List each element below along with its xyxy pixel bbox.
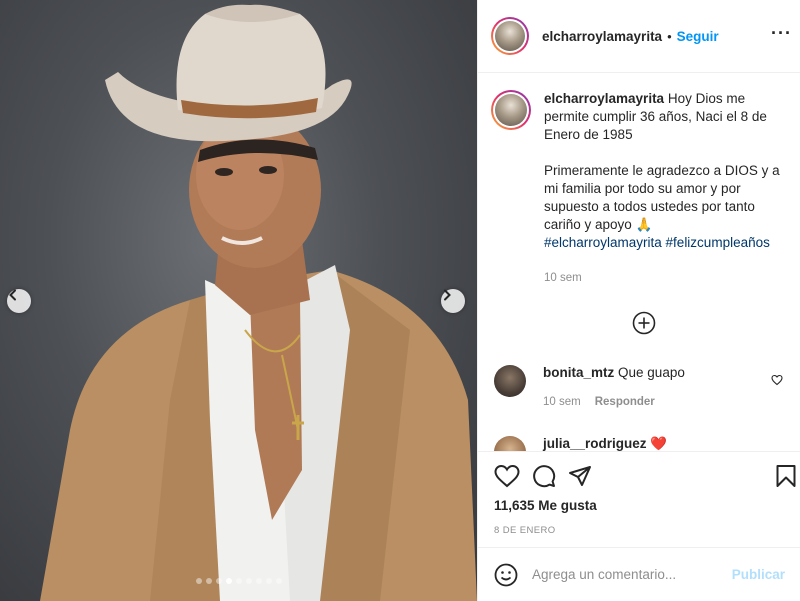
author-username[interactable]: elcharroylamayrita xyxy=(542,29,662,44)
post-photo xyxy=(40,4,477,601)
load-more-comments-button[interactable] xyxy=(632,311,656,335)
publish-button[interactable]: Publicar xyxy=(732,567,785,582)
comment-time[interactable]: 10 sem xyxy=(543,396,581,408)
carousel-next-button[interactable] xyxy=(441,289,465,313)
carousel-prev-button[interactable] xyxy=(7,289,31,313)
likes-count[interactable]: 11,635 Me gusta xyxy=(494,498,597,513)
paper-plane-icon[interactable] xyxy=(568,464,592,488)
caption-time[interactable]: 10 sem xyxy=(544,269,784,287)
comment-username[interactable]: bonita_mtz xyxy=(543,365,614,380)
carousel-dot xyxy=(195,578,202,584)
caption-avatar[interactable] xyxy=(491,90,531,130)
comment-like-icon[interactable] xyxy=(771,374,783,386)
author-avatar[interactable] xyxy=(491,17,529,55)
comment-avatar[interactable] xyxy=(494,365,526,397)
separator-dot: • xyxy=(667,28,672,44)
reply-button[interactable]: Responder xyxy=(595,396,655,408)
comment-item: julia__rodriguez ❤️ xyxy=(494,436,794,451)
comment-input[interactable] xyxy=(532,567,732,582)
carousel-dot xyxy=(215,578,222,584)
carousel-dot xyxy=(205,578,212,584)
comment-username[interactable]: julia__rodriguez xyxy=(543,436,647,451)
post-sidebar: elcharroylamayrita • Seguir ··· elcharro… xyxy=(477,0,800,601)
carousel-dot xyxy=(245,578,252,584)
caption-text-2: Primeramente le agradezco a DIOS y a mi … xyxy=(544,163,780,232)
comment-icon[interactable] xyxy=(532,464,556,488)
post-header: elcharroylamayrita • Seguir ··· xyxy=(478,0,800,73)
comment-avatar[interactable] xyxy=(494,436,526,451)
carousel-dot xyxy=(225,578,232,584)
caption-username[interactable]: elcharroylamayrita xyxy=(544,91,664,106)
plus-circle-icon xyxy=(632,311,656,335)
post-media[interactable] xyxy=(0,0,477,601)
comments-section[interactable]: elcharroylamayrita Hoy Dios me permite c… xyxy=(478,74,800,451)
chevron-left-icon xyxy=(9,289,16,301)
heart-icon[interactable] xyxy=(494,464,520,488)
caption-hashtags[interactable]: #elcharroylamayrita #felizcumpleaños xyxy=(544,235,770,250)
carousel-dot xyxy=(265,578,272,584)
comment-item: bonita_mtz Que guapo 10 sem Responder xyxy=(494,365,794,408)
comment-text: ❤️ xyxy=(650,436,668,451)
post-date: 8 DE ENERO xyxy=(494,525,556,536)
follow-button[interactable]: Seguir xyxy=(677,29,719,44)
add-comment-bar: Publicar xyxy=(478,547,800,601)
caption: elcharroylamayrita Hoy Dios me permite c… xyxy=(478,74,800,287)
carousel-indicator xyxy=(0,578,477,584)
chevron-right-icon xyxy=(444,289,451,301)
carousel-dot xyxy=(255,578,262,584)
emoji-icon[interactable] xyxy=(494,563,518,587)
bookmark-icon[interactable] xyxy=(775,464,797,488)
more-options-icon[interactable]: ··· xyxy=(771,24,792,42)
carousel-dot xyxy=(275,578,282,584)
comment-text: Que guapo xyxy=(618,365,685,380)
carousel-dot xyxy=(235,578,242,584)
